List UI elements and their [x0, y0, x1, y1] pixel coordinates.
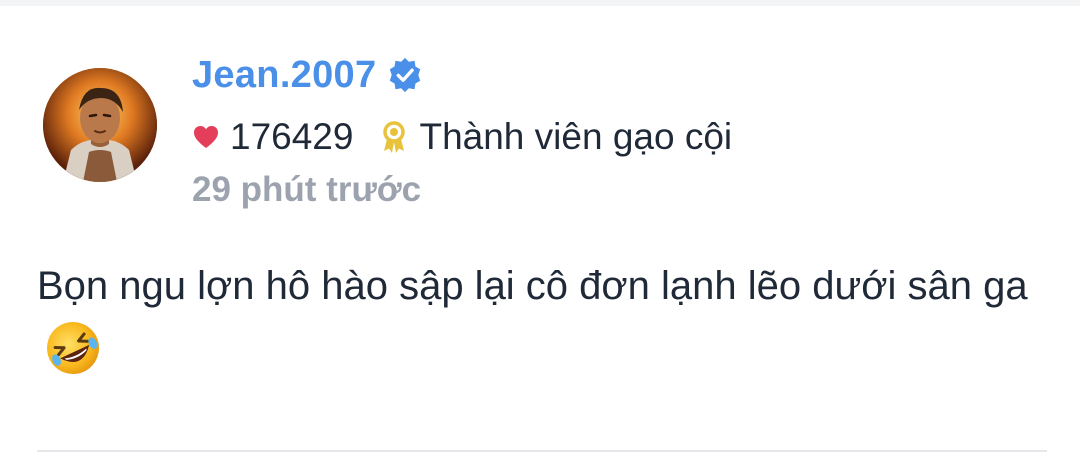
likes-count: 176429: [230, 116, 354, 157]
member-rank: Thành viên gạo cội: [419, 116, 733, 157]
post-content: Bọn ngu lợn hô hào sập lại cô đơn lạnh l…: [37, 254, 1047, 383]
post-card: Jean.2007 176429 Thành viên gạo cội 29 p…: [0, 6, 1080, 452]
author-stats: 176429 Thành viên gạo cội: [192, 114, 732, 160]
avatar-image: [43, 68, 157, 182]
award-icon: [379, 120, 409, 154]
post-text: Bọn ngu lợn hô hào sập lại cô đơn lạnh l…: [37, 264, 1028, 308]
avatar[interactable]: [43, 68, 157, 182]
rolling-on-floor-laughing-emoji-icon: [43, 318, 103, 378]
post-timestamp: 29 phút trước: [192, 170, 422, 209]
author-row: Jean.2007: [192, 50, 424, 100]
heart-icon: [192, 123, 220, 151]
verified-badge-icon: [386, 56, 424, 94]
author-username[interactable]: Jean.2007: [192, 54, 376, 97]
